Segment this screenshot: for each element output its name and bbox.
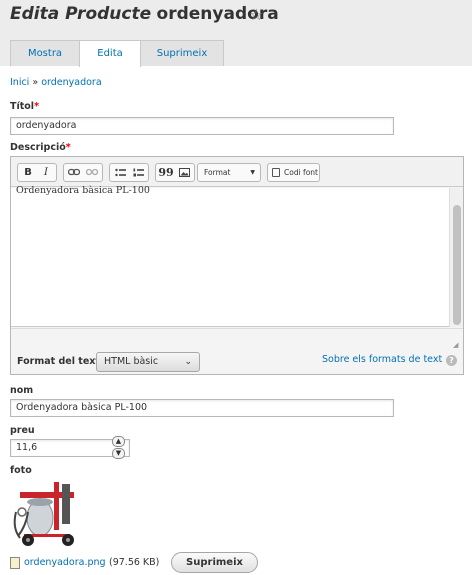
bulleted-list-icon[interactable] xyxy=(111,164,129,181)
tab-mostra[interactable]: Mostra xyxy=(10,40,80,66)
editor-scrollbar-thumb[interactable] xyxy=(453,205,461,325)
breadcrumb-separator: » xyxy=(32,77,39,88)
chevron-down-icon: ⌄ xyxy=(184,357,192,367)
format-dropdown-label: Format xyxy=(204,168,231,177)
tabs: Mostra Edita Suprimeix xyxy=(10,40,224,67)
title-required-mark: * xyxy=(34,101,40,112)
blockquote-button[interactable]: 99 xyxy=(157,164,175,181)
text-format-label: Format del text xyxy=(17,356,100,367)
toolbar-group-basic: B I xyxy=(17,163,57,182)
decrement-icon[interactable]: ▼ xyxy=(112,448,125,459)
description-label: Descripció* xyxy=(10,142,71,153)
editor-scrollbar[interactable] xyxy=(449,188,463,327)
source-code-label: Codi font xyxy=(284,168,318,177)
title-input[interactable]: ordenyadora xyxy=(10,117,394,135)
text-format-selected: HTML bàsic xyxy=(104,356,159,367)
editor-content-text: Ordenyadora bàsica PL-100 xyxy=(16,185,150,196)
file-link[interactable]: ordenyadora.png xyxy=(24,557,106,568)
file-size: (97.56 KB) xyxy=(109,557,160,568)
toolbar-group-lists xyxy=(109,163,149,182)
breadcrumb-home-link[interactable]: Inici xyxy=(10,77,29,88)
breadcrumb: Inici » ordenyadora xyxy=(10,77,102,88)
format-dropdown[interactable]: Format ▼ xyxy=(197,163,261,182)
editor-toolbar: B I 99 Format ▼ Codi font xyxy=(11,157,463,187)
source-code-button[interactable]: Codi font xyxy=(267,163,320,182)
description-required-mark: * xyxy=(65,142,71,153)
preu-label: preu xyxy=(10,425,35,436)
help-icon[interactable]: ? xyxy=(446,355,457,366)
description-label-text: Descripció xyxy=(10,142,66,153)
resize-handle-icon[interactable]: ◢ xyxy=(453,341,461,349)
dropdown-arrow-icon: ▼ xyxy=(250,169,255,176)
editor-content[interactable]: Ordenyadora bàsica PL-100 xyxy=(11,185,463,327)
bold-button[interactable]: B xyxy=(19,164,37,181)
image-file-icon xyxy=(10,557,20,569)
breadcrumb-current-link[interactable]: ordenyadora xyxy=(41,77,101,88)
tab-edita[interactable]: Edita xyxy=(79,40,141,67)
numbered-list-icon[interactable] xyxy=(129,164,147,181)
italic-button[interactable]: I xyxy=(37,164,55,181)
image-icon[interactable] xyxy=(175,164,193,181)
product-photo xyxy=(10,478,80,548)
title-label: Títol* xyxy=(10,101,39,112)
star-icon[interactable]: ☆ xyxy=(249,5,263,24)
source-icon xyxy=(272,168,280,177)
toolbar-group-blocks: 99 xyxy=(155,163,195,182)
tab-suprimeix[interactable]: Suprimeix xyxy=(140,40,224,66)
nom-label: nom xyxy=(10,385,34,396)
text-format-help-link[interactable]: Sobre els formats de text xyxy=(322,354,442,365)
remove-file-button[interactable]: Suprimeix xyxy=(171,552,258,573)
editor-footer: ◢ xyxy=(11,328,463,351)
title-label-text: Títol xyxy=(10,101,35,112)
blockquote-glyph: 99 xyxy=(158,166,174,179)
rich-text-editor: B I 99 Format ▼ Codi font Ordenyadora bà… xyxy=(10,156,464,375)
toolbar-group-links xyxy=(63,163,103,182)
link-icon[interactable] xyxy=(65,164,83,181)
text-format-select[interactable]: HTML bàsic ⌄ xyxy=(96,352,200,372)
nom-input[interactable]: Ordenyadora bàsica PL-100 xyxy=(10,399,394,417)
page-header: Edita Producte ordenyadora ☆ Mostra Edit… xyxy=(0,0,472,67)
page-title-prefix: Edita Producte xyxy=(10,4,152,24)
unlink-icon[interactable] xyxy=(83,164,101,181)
foto-label: foto xyxy=(10,465,32,476)
page-title: Edita Producte ordenyadora xyxy=(10,4,279,24)
increment-icon[interactable]: ▲ xyxy=(112,436,125,447)
